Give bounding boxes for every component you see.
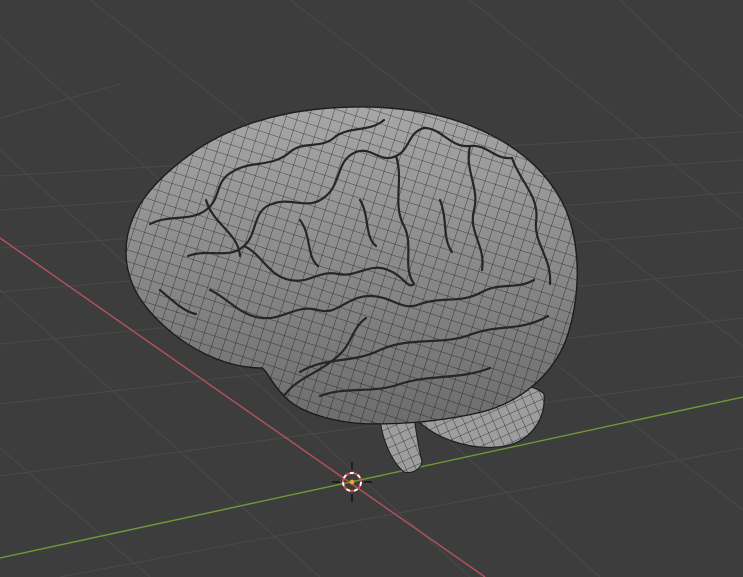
- 3d-viewport[interactable]: [0, 0, 743, 577]
- viewport-canvas[interactable]: [0, 0, 743, 577]
